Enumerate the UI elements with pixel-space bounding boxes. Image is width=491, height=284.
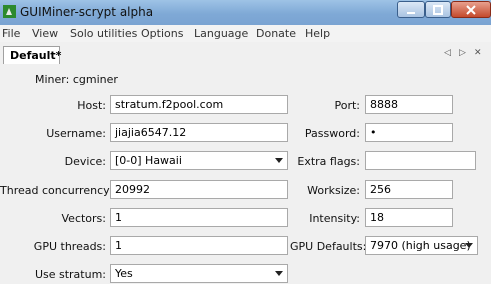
chevron-down-icon bbox=[465, 243, 473, 248]
tab-strip: Default* ◁ ▷ ✕ bbox=[0, 42, 491, 65]
tab-next-button[interactable]: ▷ bbox=[459, 48, 466, 58]
maximize-icon bbox=[433, 4, 443, 15]
device-label: Device: bbox=[64, 155, 106, 168]
port-input[interactable]: 8888 bbox=[365, 95, 453, 114]
menu-solo-utilities[interactable]: Solo utilities bbox=[70, 27, 137, 40]
title-bar: GUIMiner-scrypt alpha bbox=[0, 0, 491, 25]
app-icon bbox=[3, 5, 16, 18]
thread-concurrency-label: Thread concurrency: bbox=[0, 184, 113, 197]
host-label: Host: bbox=[77, 99, 106, 112]
vectors-label: Vectors: bbox=[61, 212, 107, 225]
worksize-label: Worksize: bbox=[307, 184, 360, 197]
host-input[interactable]: stratum.f2pool.com bbox=[110, 95, 288, 114]
username-input[interactable]: jiajia6547.12 bbox=[110, 123, 288, 142]
chevron-down-icon bbox=[275, 158, 283, 163]
window-title: GUIMiner-scrypt alpha bbox=[20, 5, 154, 19]
menu-options[interactable]: Options bbox=[141, 27, 183, 40]
vectors-input[interactable]: 1 bbox=[110, 208, 288, 227]
menu-help[interactable]: Help bbox=[305, 27, 330, 40]
chevron-down-icon bbox=[275, 271, 283, 276]
miner-settings-panel: Miner: cgminer Host: stratum.f2pool.com … bbox=[0, 64, 491, 284]
menu-file[interactable]: File bbox=[2, 27, 20, 40]
tab-close-button[interactable]: ✕ bbox=[474, 48, 482, 58]
close-icon bbox=[466, 4, 476, 15]
minimize-icon bbox=[407, 11, 415, 14]
device-select-value: [0-0] Hawaii bbox=[115, 154, 182, 167]
use-stratum-select-value: Yes bbox=[115, 267, 133, 280]
port-label: Port: bbox=[334, 99, 360, 112]
menu-view[interactable]: View bbox=[32, 27, 58, 40]
intensity-label: Intensity: bbox=[309, 212, 360, 225]
intensity-input[interactable]: 18 bbox=[365, 208, 453, 227]
gpu-defaults-label: GPU Defaults: bbox=[290, 240, 367, 253]
password-label: Password: bbox=[304, 127, 360, 140]
close-button[interactable] bbox=[451, 1, 491, 18]
tab-prev-button[interactable]: ◁ bbox=[444, 48, 451, 58]
miner-label: Miner: cgminer bbox=[35, 73, 118, 86]
minimize-button[interactable] bbox=[397, 1, 425, 18]
worksize-input[interactable]: 256 bbox=[365, 180, 453, 199]
maximize-button[interactable] bbox=[425, 1, 451, 18]
gpu-defaults-select[interactable]: 7970 (high usage) bbox=[365, 236, 478, 255]
extra-flags-label: Extra flags: bbox=[297, 155, 360, 168]
gpu-threads-label: GPU threads: bbox=[33, 240, 106, 253]
gpu-defaults-select-value: 7970 (high usage) bbox=[370, 239, 471, 252]
menu-donate[interactable]: Donate bbox=[256, 27, 296, 40]
menu-language[interactable]: Language bbox=[194, 27, 248, 40]
use-stratum-label: Use stratum: bbox=[34, 268, 106, 281]
menu-bar: File View Solo utilities Options Languag… bbox=[0, 25, 491, 42]
device-select[interactable]: [0-0] Hawaii bbox=[110, 151, 288, 170]
thread-concurrency-input[interactable]: 20992 bbox=[110, 180, 288, 199]
use-stratum-select[interactable]: Yes bbox=[110, 264, 288, 283]
gpu-threads-input[interactable]: 1 bbox=[110, 236, 288, 255]
password-input[interactable]: • bbox=[365, 123, 453, 142]
tab-default[interactable]: Default* bbox=[3, 46, 61, 64]
extra-flags-input[interactable] bbox=[365, 151, 476, 170]
username-label: Username: bbox=[46, 127, 106, 140]
